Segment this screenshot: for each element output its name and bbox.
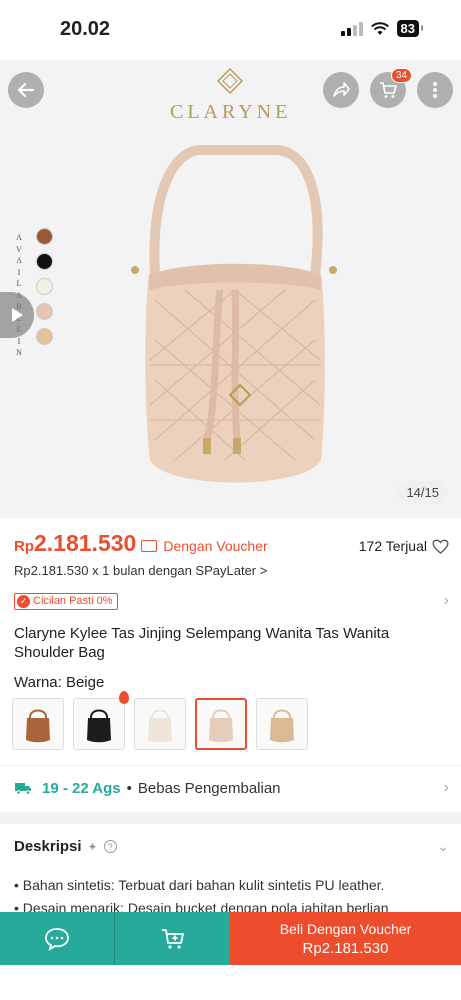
battery-icon: 83 [396, 20, 424, 37]
buy-with-voucher-button[interactable]: Beli Dengan Voucher Rp2.181.530 [230, 912, 461, 965]
cart-count-badge: 34 [390, 68, 412, 83]
description-key: Bahan sintetis: [22, 877, 115, 893]
heart-icon[interactable] [432, 539, 449, 554]
play-icon [12, 308, 23, 322]
image-counter: 14/15 [398, 481, 447, 504]
voucher-icon [141, 540, 158, 552]
description-text: Terbuat dari bahan kulit sintetis PU lea… [114, 877, 385, 893]
cicilan-badge: ✓ Cicilan Pasti 0% [14, 592, 119, 610]
share-button[interactable] [323, 72, 359, 108]
cicilan-row[interactable]: ✓ Cicilan Pasti 0% › [14, 591, 449, 611]
free-returns-label: Bebas Pengembalian [137, 779, 281, 797]
delivery-dates: 19 - 22 Ags [42, 779, 121, 797]
color-swatch [36, 278, 53, 295]
status-time: 20.02 [60, 18, 111, 40]
cart-icon [380, 82, 397, 98]
variant-options [12, 691, 308, 750]
claryne-emblem-icon [216, 67, 244, 95]
chevron-down-icon: ⌄ [437, 838, 449, 854]
bottom-action-bar: Beli Dengan Voucher Rp2.181.530 [0, 912, 461, 965]
variant-thumbnail [87, 709, 111, 743]
available-letter: A [16, 233, 22, 242]
variant-option[interactable] [12, 698, 64, 750]
variant-option[interactable] [195, 698, 247, 750]
brand-logo: CLARYNE [170, 67, 292, 124]
product-image [131, 145, 337, 483]
more-vertical-icon [433, 82, 437, 98]
description-heading: Deskripsi [14, 838, 82, 855]
check-icon: ✓ [17, 594, 30, 608]
available-letter: I [17, 267, 21, 277]
variant-option[interactable] [73, 691, 129, 750]
status-bar: 20.02 83 [0, 0, 461, 60]
add-to-cart-button[interactable] [115, 912, 230, 965]
variant-thumbnail [270, 709, 294, 743]
variant-label: Warna: Beige [14, 674, 105, 691]
buy-button-price: Rp2.181.530 [302, 939, 389, 957]
product-title: Claryne Kylee Tas Jinjing Selempang Wani… [14, 625, 390, 661]
section-separator [0, 812, 461, 824]
price-currency: Rp [14, 538, 34, 555]
share-icon [333, 82, 350, 97]
variant-option[interactable] [134, 698, 186, 750]
description-item: Bahan sintetis: Terbuat dari bahan kulit… [14, 874, 447, 897]
variant-thumbnail [26, 709, 50, 743]
back-button[interactable] [8, 72, 44, 108]
sold-count: 172 Terjual [359, 538, 449, 554]
shipping-row[interactable]: 19 - 22 Ags • Bebas Pengembalian › [14, 777, 449, 799]
truck-icon [15, 783, 31, 795]
play-video-button[interactable] [0, 292, 34, 338]
voucher-label: Dengan Voucher [163, 538, 268, 554]
chevron-right-icon: › [443, 592, 449, 609]
color-swatch [36, 253, 53, 270]
color-swatch [36, 328, 53, 345]
home-indicator-area [0, 965, 461, 1000]
variant-thumbnail [209, 709, 233, 743]
available-letter: V [16, 244, 22, 254]
price-row: Rp 2.181.530 Dengan Voucher 172 Terjual [14, 530, 449, 560]
product-gallery[interactable]: CLARYNE 34 AVAILABLEIN [0, 60, 461, 518]
arrow-left-icon [17, 82, 35, 98]
more-button[interactable] [417, 72, 453, 108]
sold-label: 172 Terjual [358, 538, 427, 554]
chat-icon [45, 927, 69, 951]
variant-option[interactable] [256, 698, 308, 750]
divider [0, 765, 461, 766]
cicilan-label: Cicilan Pasti 0% [33, 595, 113, 607]
paylater-info[interactable]: Rp2.181.530 x 1 bulan dengan SPayLater > [14, 563, 267, 578]
signal-icon [340, 21, 363, 36]
description-header[interactable]: Deskripsi ✦ ? ⌄ [14, 838, 449, 855]
info-icon[interactable]: ? [103, 840, 117, 853]
chat-button[interactable] [0, 912, 115, 965]
fire-icon [119, 691, 129, 704]
status-icons: 83 [340, 20, 424, 37]
add-cart-icon [161, 928, 184, 949]
sparkle-icon: ✦ [87, 839, 98, 854]
color-swatch [36, 228, 53, 245]
cart-button[interactable]: 34 [370, 68, 412, 108]
variant-thumbnail [148, 709, 172, 743]
price-amount: 2.181.530 [34, 530, 137, 556]
wifi-icon [370, 21, 389, 35]
chevron-right-icon: › [443, 779, 449, 796]
available-letter: N [16, 348, 22, 357]
available-letter: L [16, 279, 22, 288]
color-swatches [36, 228, 53, 345]
available-letter: A [16, 256, 22, 265]
brand-name: CLARYNE [170, 101, 292, 123]
color-swatch [36, 303, 53, 320]
buy-button-label: Beli Dengan Voucher [279, 920, 412, 937]
shipping-separator: • [126, 779, 132, 797]
